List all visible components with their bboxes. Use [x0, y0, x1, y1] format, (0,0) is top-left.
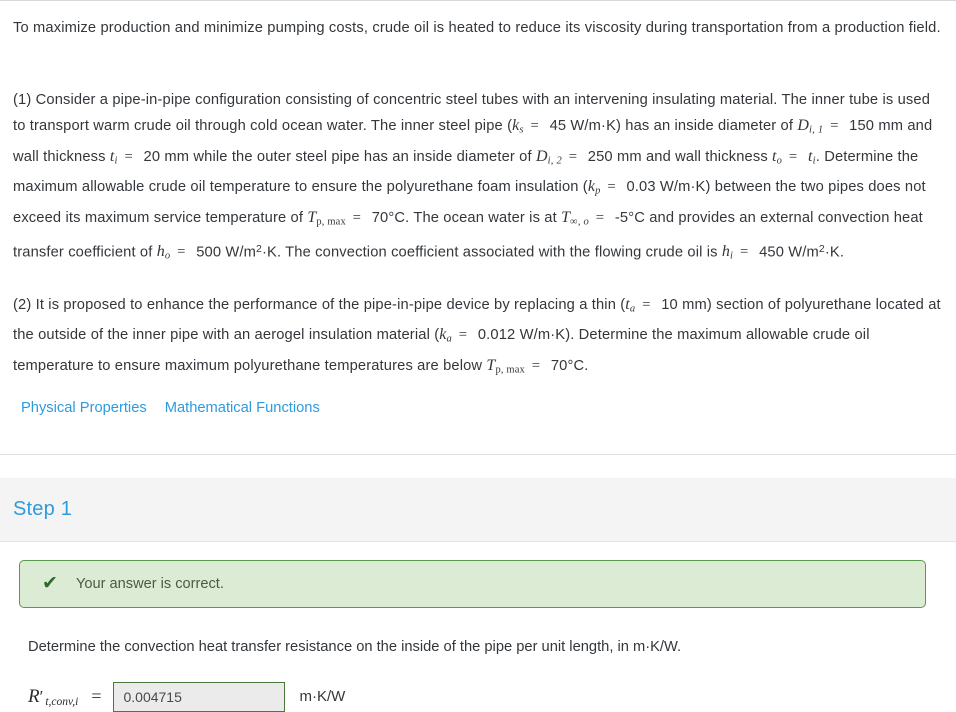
symbol-T-inf-o: T∞, o	[561, 208, 589, 228]
eq-4: =	[564, 148, 585, 165]
eq-6: =	[603, 179, 624, 196]
value-k-a: 0.012 W/m·K	[477, 327, 566, 344]
symbol-D-i1: Di, 1	[797, 117, 824, 136]
eq-10: =	[736, 244, 757, 261]
eq-11: =	[638, 296, 659, 313]
value-h-i-end: ·K	[824, 244, 840, 261]
symbol-k-a: ka	[439, 326, 452, 346]
physical-properties-link[interactable]: Physical Properties	[21, 400, 147, 416]
eq-5: =	[785, 148, 805, 165]
answer-subscript: t,conv,i	[45, 695, 79, 708]
answer-equals-sign: =	[91, 686, 102, 707]
resource-links: Physical Properties Mathematical Function…	[0, 384, 956, 416]
p1-text-11: .	[839, 244, 845, 261]
p2-text-1: (2) It is proposed to enhance the perfor…	[13, 296, 626, 313]
answer-input[interactable]	[113, 681, 286, 712]
value-h-i: 450 W/m	[759, 244, 819, 261]
answer-units: m·K/W	[299, 688, 346, 706]
eq-1: =	[526, 118, 547, 134]
symbol-t-a: ta	[625, 295, 636, 315]
answer-symbol-label: R′ t,conv,i	[28, 686, 78, 708]
symbol-T-p-max-2: Tp, max	[486, 357, 525, 376]
symbol-D-i2: Di, 2	[535, 147, 562, 167]
symbol-t-i-rhs: ti	[808, 147, 816, 167]
part-1-paragraph: (1) Consider a pipe-in-pipe configuratio…	[13, 87, 943, 270]
p2-text-4: .	[584, 358, 589, 375]
value-k-p: 0.03 W/m·K	[626, 179, 706, 196]
value-D-i1: 150 mm	[849, 118, 904, 134]
answer-row: R′t,conv,i = m·K/W	[28, 681, 956, 712]
question-body: To maximize production and minimize pump…	[0, 1, 956, 384]
symbol-T-p-max: Tp, max	[307, 208, 346, 228]
intro-paragraph: To maximize production and minimize pump…	[13, 20, 941, 36]
value-k-s: 45 W/m·K	[549, 118, 617, 134]
value-h-o-end: ·K	[262, 244, 277, 261]
eq-7: =	[348, 209, 369, 226]
eq-13: =	[527, 358, 548, 375]
step-header-band: Step 1	[0, 477, 956, 542]
step-title: Step 1	[13, 497, 73, 520]
value-T-p-max-2: 70°C	[550, 358, 585, 375]
value-t-i: 20 mm	[143, 148, 190, 165]
symbol-k-s: ks	[512, 117, 524, 136]
mathematical-functions-link[interactable]: Mathematical Functions	[165, 400, 320, 416]
answer-symbol-R: R	[28, 685, 40, 707]
value-h-o: 500 W/m	[196, 244, 256, 261]
eq-2: =	[826, 118, 847, 134]
p1-text-5: and wall thickness	[641, 148, 773, 165]
step-content: Determine the convection heat transfer r…	[0, 608, 956, 712]
eq-3: =	[120, 148, 141, 165]
section-divider	[0, 453, 956, 455]
value-t-a: 10 mm	[661, 296, 707, 313]
part-2-paragraph: (2) It is proposed to enhance the perfor…	[13, 292, 943, 384]
p1-text-4: while the outer steel pipe has an inside…	[189, 148, 536, 165]
value-D-i2: 250 mm	[587, 148, 642, 165]
value-T-inf-o: -5°C	[614, 209, 645, 226]
p1-text-8: . The ocean water is at	[405, 209, 562, 226]
symbol-h-i: hi	[721, 243, 734, 262]
symbol-t-o: to	[772, 147, 783, 167]
eq-8: =	[591, 209, 612, 226]
check-icon: ✔	[42, 573, 58, 595]
symbol-k-p: kp	[587, 178, 601, 197]
symbol-t-i: ti	[109, 147, 118, 167]
answer-feedback-banner: ✔ Your answer is correct.	[19, 559, 926, 608]
symbol-h-o: ho	[156, 243, 171, 262]
p1-text-10: . The convection coefficient associated …	[276, 244, 722, 261]
step-prompt: Determine the convection heat transfer r…	[28, 638, 682, 655]
value-T-p-max: 70°C	[371, 209, 406, 226]
eq-9: =	[173, 244, 194, 261]
eq-12: =	[454, 327, 475, 344]
p1-text-2: ) has an inside diameter of	[616, 118, 798, 134]
feedback-text: Your answer is correct.	[76, 575, 224, 592]
